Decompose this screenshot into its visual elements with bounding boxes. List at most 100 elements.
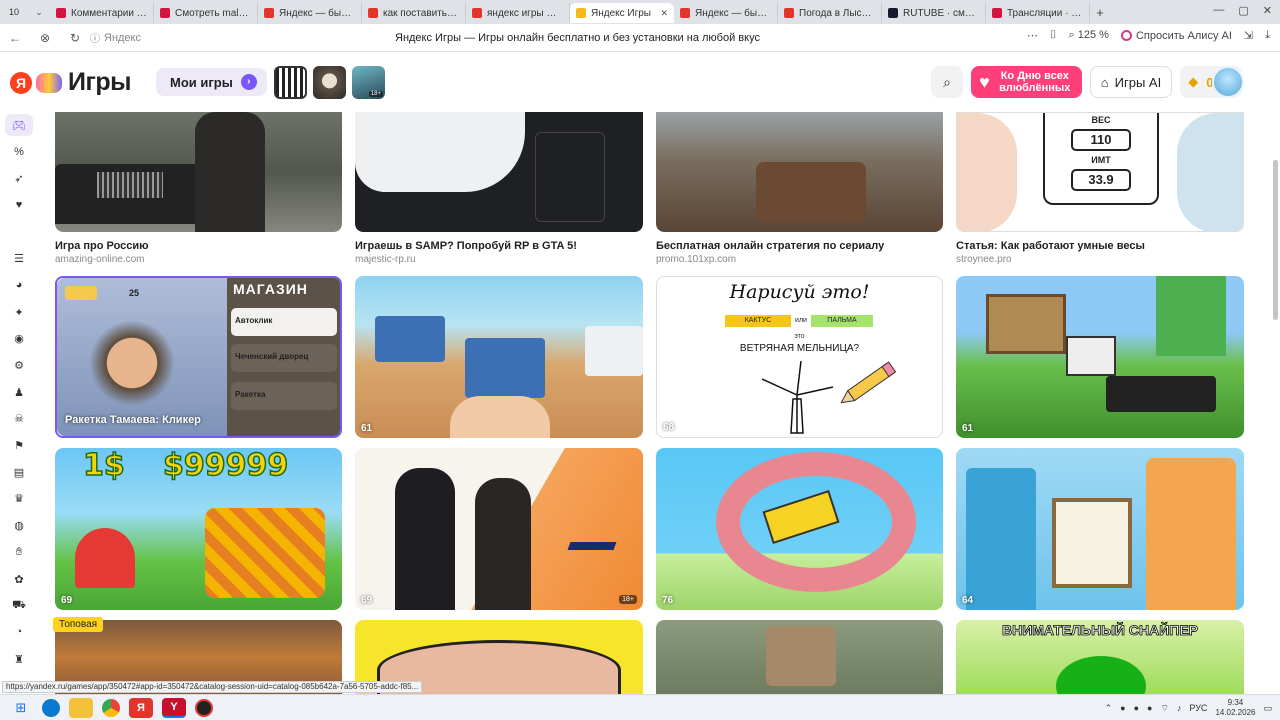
rail-item-strategy[interactable]: ♜ (0, 646, 38, 673)
language-indicator[interactable]: РУС (1189, 703, 1207, 713)
more-icon[interactable]: ⋯ (1027, 29, 1038, 42)
start-icon[interactable]: ⊞ (9, 698, 33, 718)
shop-item[interactable]: Чеченский дворец (231, 344, 337, 372)
rail-item-new[interactable]: % (0, 139, 38, 166)
game-card[interactable]: 76 (656, 448, 943, 610)
rail-item-cat[interactable]: ◕ (0, 272, 38, 299)
game-card[interactable]: 64 (956, 448, 1244, 610)
search-icon[interactable]: ⌕ (931, 66, 964, 98)
user-avatar[interactable] (1212, 66, 1244, 98)
valentines-promo-button[interactable]: ♥ Ко Дню всех влюблённых (971, 66, 1082, 98)
tray-app-icon[interactable]: ● (1147, 703, 1152, 713)
chrome-icon[interactable] (102, 698, 120, 717)
rail-item-crown[interactable]: ♛ (0, 486, 38, 513)
volume-icon[interactable]: ♪ (1177, 703, 1182, 713)
ad-host[interactable]: promo.101xp.com (656, 254, 736, 265)
game-card[interactable] (656, 620, 943, 694)
browser-tab[interactable]: Яндекс — быстры (674, 3, 778, 23)
game-card[interactable]: Нарисуй это! КАКТУС или ПАЛЬМА это ВЕТРЯ… (656, 276, 943, 438)
browser-tab[interactable]: яндекс игры — Ян (466, 3, 570, 23)
clock[interactable]: 9:34 14.02.2026 (1215, 698, 1255, 718)
tray-chevron-icon[interactable]: ⌃ (1105, 703, 1113, 714)
new-tab-button[interactable]: + (1090, 5, 1110, 20)
game-card[interactable]: 69 18+ (355, 448, 643, 610)
ad-title[interactable]: Статья: Как работают умные весы (956, 240, 1145, 252)
browser-tab[interactable]: Трансляции · Сту (986, 3, 1090, 23)
shop-item[interactable]: Ракетка (231, 382, 337, 410)
rail-item-sport[interactable]: ⚑ (0, 432, 38, 459)
back-icon[interactable]: ← (0, 31, 30, 45)
browser-tab[interactable]: Яндекс Игры ✕ (570, 3, 674, 23)
notifications-icon[interactable]: ▭ (1263, 703, 1272, 714)
ad-title[interactable]: Играешь в SAMP? Попробуй RP в GTA 5! (355, 240, 577, 252)
tray-app-icon[interactable]: ● (1120, 703, 1125, 713)
rail-item-skull[interactable]: ☠ (0, 406, 38, 433)
rail-item-hand[interactable]: ✋︎ (0, 539, 38, 566)
rail-item-adventure[interactable]: ♟ (0, 379, 38, 406)
network-icon[interactable]: ⌔ (1160, 703, 1168, 714)
ad-host[interactable]: majestic-rp.ru (355, 254, 416, 265)
ad-host[interactable]: amazing-online.com (55, 254, 145, 265)
game-card[interactable]: 61 (956, 276, 1244, 438)
browser-tab[interactable]: как поставить ско (362, 3, 466, 23)
download-icon[interactable]: ⤓ (1265, 29, 1270, 42)
obs-icon[interactable] (195, 698, 213, 717)
rail-item-race[interactable]: ⛟ (0, 592, 38, 619)
recent-game-thumb[interactable]: 18+ (352, 66, 385, 99)
ad-card[interactable] (355, 112, 643, 232)
tab-list-icon[interactable]: ⌄ (28, 7, 50, 18)
zoom-indicator[interactable]: ⌕ 125 % (1069, 29, 1109, 42)
browser-tab[interactable]: Смотреть malaev (154, 3, 258, 23)
game-card[interactable]: 1$ $99999 69 (55, 448, 342, 610)
my-games-button[interactable]: Мои игры › (156, 68, 267, 96)
game-card[interactable]: ВНИМАТЕЛЬНЫЙ СНАЙПЕР (956, 620, 1244, 694)
games-ai-button[interactable]: ⌂ Игры AI (1089, 66, 1173, 98)
url-page-title[interactable]: Яндекс Игры — Игры онлайн бесплатно и бе… (395, 32, 760, 44)
rail-item-brain[interactable]: ✿ (0, 566, 38, 593)
yandex-games-logo[interactable]: Я Игры (10, 68, 132, 97)
rail-item-categories[interactable]: ☰ (0, 245, 38, 272)
url-host[interactable]: Яндекс (104, 32, 141, 44)
browser-tab[interactable]: Комментарии · С (50, 3, 154, 23)
rail-item-chat[interactable]: ◔ (0, 619, 38, 646)
rail-item-book[interactable]: ▤ (0, 459, 38, 486)
rail-item-ball[interactable]: ◍ (0, 512, 38, 539)
ad-card[interactable] (656, 112, 943, 232)
ad-title[interactable]: Игра про Россию (55, 240, 149, 252)
close-tab-icon[interactable]: ✕ (660, 8, 668, 19)
downloads-icon[interactable]: ⇲ (1244, 29, 1253, 42)
tray-app-icon[interactable]: ● (1134, 703, 1139, 713)
browser-tab[interactable]: Яндекс — быстры (258, 3, 362, 23)
rail-item-games[interactable]: 🎮︎ (0, 112, 38, 139)
bookmark-icon[interactable]: ⌷ (1050, 29, 1057, 42)
tab-count[interactable]: 10 (0, 7, 28, 17)
ask-alice-button[interactable]: Спросить Алису AI (1120, 30, 1232, 42)
game-card[interactable]: 61 (355, 276, 643, 438)
yandex-home-icon[interactable]: ⊗ (30, 31, 60, 45)
recent-game-thumb[interactable] (274, 66, 307, 99)
rail-item-rocket[interactable]: ➶ (0, 165, 38, 192)
ad-card[interactable] (55, 112, 342, 232)
page-scrollbar[interactable] (1273, 160, 1278, 320)
yandex-icon[interactable]: Я (129, 697, 153, 718)
reload-icon[interactable]: ↻ (60, 31, 90, 45)
browser-tab[interactable]: Погода в Лысых Г (778, 3, 882, 23)
minimize-icon[interactable]: — (1213, 4, 1224, 17)
rail-item-favorites[interactable]: ♥ (0, 192, 38, 219)
rail-item-settings[interactable]: ⚙ (0, 352, 38, 379)
recent-game-thumb[interactable] (313, 66, 346, 99)
maximize-icon[interactable]: ▢ (1238, 4, 1248, 17)
game-card[interactable]: 25 МАГАЗИН Автоклик Чеченский дворец Рак… (55, 276, 342, 438)
rail-item-casual[interactable]: ◉ (0, 326, 38, 353)
edge-icon[interactable] (42, 698, 60, 717)
shop-item[interactable]: Автоклик (231, 308, 337, 336)
yandex-browser-icon[interactable]: Y (162, 697, 186, 718)
browser-tab[interactable]: RUTUBE · смотре (882, 3, 986, 23)
ad-card[interactable]: ВЕС 110 ИМТ 33.9 (956, 112, 1244, 232)
explorer-icon[interactable] (69, 697, 93, 718)
site-info-icon[interactable]: ⓘ (90, 30, 100, 45)
ad-title[interactable]: Бесплатная онлайн стратегия по сериалу (656, 240, 884, 252)
close-window-icon[interactable]: ✕ (1263, 4, 1272, 17)
rail-item-puzzle[interactable]: ✦ (0, 299, 38, 326)
ad-host[interactable]: stroynee.pro (956, 254, 1012, 265)
